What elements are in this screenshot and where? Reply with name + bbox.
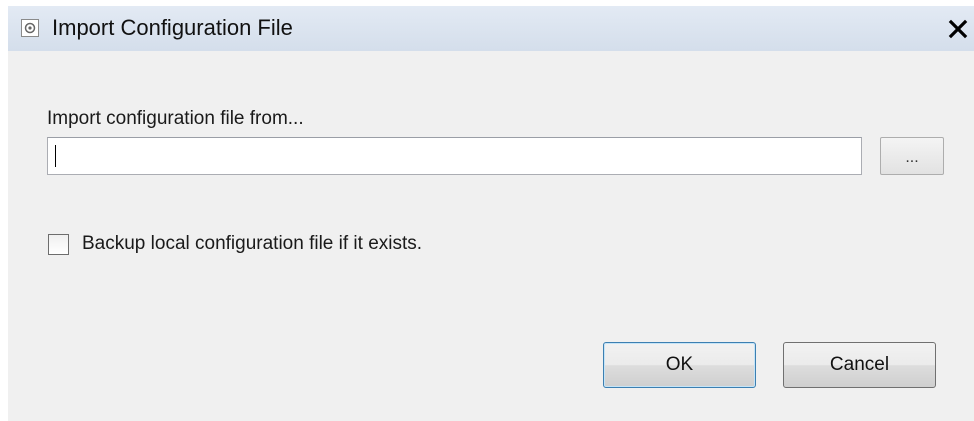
config-path-input[interactable]	[47, 137, 862, 175]
settings-app-icon	[21, 19, 39, 37]
window-title: Import Configuration File	[52, 15, 293, 40]
path-label: Import configuration file from...	[47, 108, 304, 129]
backup-checkbox[interactable]	[48, 234, 69, 255]
cancel-button[interactable]: Cancel	[783, 342, 936, 388]
browse-button[interactable]: ...	[880, 137, 944, 175]
text-caret	[55, 145, 56, 167]
import-config-dialog: Import Configuration File Import configu…	[8, 6, 974, 421]
close-icon	[948, 19, 968, 39]
close-button[interactable]	[944, 14, 972, 44]
backup-checkbox-label[interactable]: Backup local configuration file if it ex…	[82, 232, 422, 256]
ok-button[interactable]: OK	[603, 342, 756, 388]
title-bar[interactable]: Import Configuration File	[8, 6, 974, 51]
